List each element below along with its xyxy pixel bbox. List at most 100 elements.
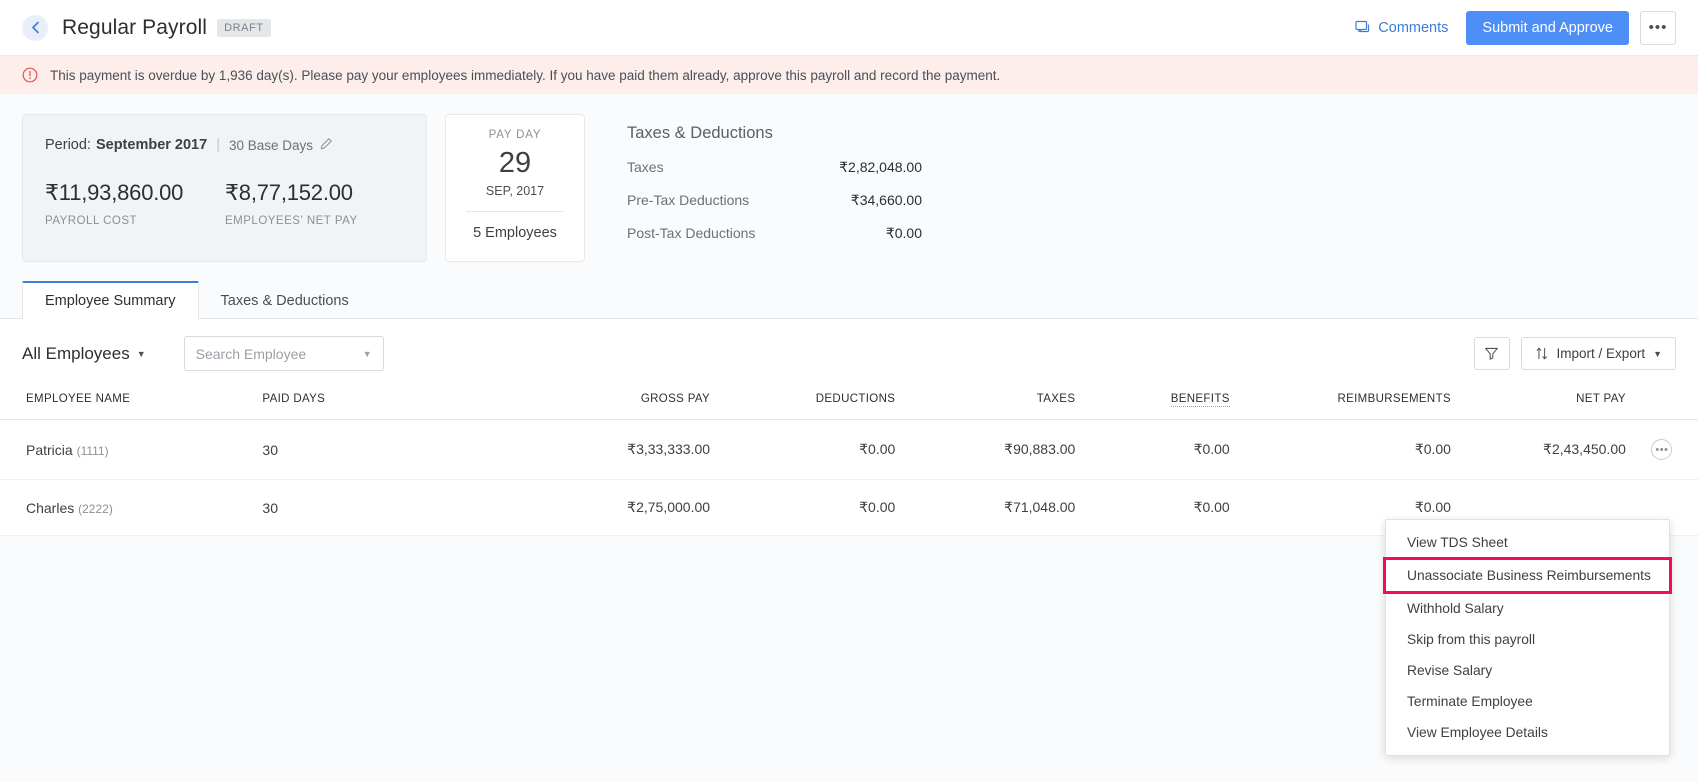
cell-benefits: ₹0.00 bbox=[1075, 420, 1229, 480]
cell-paid-days: 30 bbox=[262, 420, 519, 480]
chevron-down-icon: ▼ bbox=[1653, 349, 1662, 359]
payday-month-year: SEP, 2017 bbox=[446, 184, 584, 198]
cell-employee-name: Patricia (1111) bbox=[0, 420, 262, 480]
summary-strip: Period: September 2017 | 30 Base Days ₹1… bbox=[0, 94, 1698, 279]
cell-benefits: ₹0.00 bbox=[1075, 480, 1229, 536]
payroll-cost-value: ₹11,93,860.00 bbox=[45, 180, 225, 206]
menu-item-revise-salary[interactable]: Revise Salary bbox=[1386, 655, 1669, 686]
cell-gross-pay: ₹3,33,333.00 bbox=[520, 420, 710, 480]
tax-row-label: Post-Tax Deductions bbox=[627, 225, 802, 242]
row-context-menu: View TDS Sheet Unassociate Business Reim… bbox=[1385, 519, 1670, 756]
tab-bar: Employee Summary Taxes & Deductions bbox=[0, 279, 1698, 319]
filter-bar: All Employees ▼ Search Employee ▼ Import… bbox=[0, 319, 1698, 386]
cell-row-actions: ••• bbox=[1626, 420, 1698, 480]
search-employee-input[interactable]: Search Employee ▼ bbox=[184, 336, 384, 371]
cell-deductions: ₹0.00 bbox=[710, 480, 895, 536]
tax-row-value: ₹0.00 bbox=[802, 225, 922, 242]
submit-and-approve-button[interactable]: Submit and Approve bbox=[1466, 11, 1629, 45]
comments-button[interactable]: Comments bbox=[1355, 20, 1448, 36]
payroll-cost-block: ₹11,93,860.00 PAYROLL COST bbox=[45, 180, 225, 227]
column-header-actions bbox=[1626, 386, 1698, 420]
funnel-icon bbox=[1484, 346, 1499, 361]
column-header-employee-name[interactable]: EMPLOYEE NAME bbox=[0, 386, 262, 420]
comment-icon bbox=[1355, 20, 1371, 36]
search-employee-placeholder: Search Employee bbox=[196, 346, 307, 362]
employee-name: Patricia bbox=[26, 442, 73, 458]
chevron-down-icon: ▼ bbox=[137, 349, 146, 359]
column-header-taxes[interactable]: TAXES bbox=[895, 386, 1075, 420]
column-header-net-pay[interactable]: NET PAY bbox=[1451, 386, 1626, 420]
taxes-deductions-summary: Taxes & Deductions Taxes ₹2,82,048.00 Pr… bbox=[627, 114, 922, 242]
column-header-paid-days[interactable]: PAID DAYS bbox=[262, 386, 519, 420]
alert-message: This payment is overdue by 1,936 day(s).… bbox=[50, 68, 1000, 83]
column-header-gross-pay[interactable]: GROSS PAY bbox=[520, 386, 710, 420]
all-employees-dropdown[interactable]: All Employees ▼ bbox=[22, 344, 146, 364]
payday-card: PAY DAY 29 SEP, 2017 5 Employees bbox=[445, 114, 585, 262]
import-export-icon bbox=[1535, 346, 1549, 361]
menu-item-view-tds-sheet[interactable]: View TDS Sheet bbox=[1386, 527, 1669, 558]
tax-row: Post-Tax Deductions ₹0.00 bbox=[627, 225, 922, 242]
table-row[interactable]: Patricia (1111) 30 ₹3,33,333.00 ₹0.00 ₹9… bbox=[0, 420, 1698, 480]
period-value: September 2017 bbox=[96, 137, 207, 153]
column-header-benefits[interactable]: BENEFITS bbox=[1075, 386, 1229, 420]
back-button[interactable] bbox=[22, 15, 48, 41]
page-title: Regular Payroll DRAFT bbox=[62, 16, 271, 40]
period-divider: | bbox=[216, 137, 220, 153]
chevron-down-icon: ▼ bbox=[363, 349, 372, 359]
chevron-left-icon bbox=[31, 21, 40, 34]
import-export-label: Import / Export bbox=[1557, 346, 1646, 361]
cell-reimbursements: ₹0.00 bbox=[1230, 420, 1451, 480]
table-header: EMPLOYEE NAME PAID DAYS GROSS PAY DEDUCT… bbox=[0, 386, 1698, 420]
pencil-icon[interactable] bbox=[320, 137, 333, 153]
base-days-label: 30 Base Days bbox=[229, 138, 313, 153]
tax-row: Taxes ₹2,82,048.00 bbox=[627, 159, 922, 176]
all-employees-label: All Employees bbox=[22, 344, 130, 364]
cell-taxes: ₹90,883.00 bbox=[895, 420, 1075, 480]
payroll-cost-label: PAYROLL COST bbox=[45, 215, 225, 227]
tax-row-label: Pre-Tax Deductions bbox=[627, 192, 802, 209]
import-export-button[interactable]: Import / Export ▼ bbox=[1521, 337, 1676, 370]
net-pay-value: ₹8,77,152.00 bbox=[225, 180, 358, 206]
net-pay-label: EMPLOYEES' NET PAY bbox=[225, 215, 358, 227]
period-prefix: Period: bbox=[45, 137, 91, 153]
ellipsis-icon: ••• bbox=[1649, 19, 1668, 36]
exclamation-circle-icon bbox=[22, 67, 38, 83]
tab-employee-summary[interactable]: Employee Summary bbox=[22, 281, 199, 319]
filter-button[interactable] bbox=[1474, 337, 1510, 370]
period-line: Period: September 2017 | 30 Base Days bbox=[45, 137, 404, 153]
tab-taxes-deductions-label: Taxes & Deductions bbox=[221, 293, 349, 309]
status-badge: DRAFT bbox=[217, 19, 271, 37]
amounts-row: ₹11,93,860.00 PAYROLL COST ₹8,77,152.00 … bbox=[45, 180, 404, 227]
payday-employee-count: 5 Employees bbox=[446, 225, 584, 241]
cell-net-pay: ₹2,43,450.00 bbox=[1451, 420, 1626, 480]
column-header-reimbursements[interactable]: REIMBURSEMENTS bbox=[1230, 386, 1451, 420]
row-actions-button[interactable]: ••• bbox=[1651, 439, 1672, 460]
tax-row: Pre-Tax Deductions ₹34,660.00 bbox=[627, 192, 922, 209]
tax-row-value: ₹2,82,048.00 bbox=[802, 159, 922, 176]
employee-name: Charles bbox=[26, 500, 74, 516]
tax-row-value: ₹34,660.00 bbox=[802, 192, 922, 209]
menu-item-view-employee-details[interactable]: View Employee Details bbox=[1386, 717, 1669, 748]
table-header-row: EMPLOYEE NAME PAID DAYS GROSS PAY DEDUCT… bbox=[0, 386, 1698, 420]
cell-gross-pay: ₹2,75,000.00 bbox=[520, 480, 710, 536]
payroll-page: Regular Payroll DRAFT Comments Submit and… bbox=[0, 0, 1698, 782]
page-title-text: Regular Payroll bbox=[62, 16, 207, 39]
cell-paid-days: 30 bbox=[262, 480, 519, 536]
menu-item-terminate-employee[interactable]: Terminate Employee bbox=[1386, 686, 1669, 717]
cell-taxes: ₹71,048.00 bbox=[895, 480, 1075, 536]
period-card: Period: September 2017 | 30 Base Days ₹1… bbox=[22, 114, 427, 262]
menu-item-skip-from-this-payroll[interactable]: Skip from this payroll bbox=[1386, 624, 1669, 655]
menu-item-withhold-salary[interactable]: Withhold Salary bbox=[1386, 593, 1669, 624]
tab-employee-summary-label: Employee Summary bbox=[45, 293, 176, 309]
overdue-alert: This payment is overdue by 1,936 day(s).… bbox=[0, 56, 1698, 94]
menu-item-unassociate-business-reimbursements[interactable]: Unassociate Business Reimbursements bbox=[1386, 560, 1669, 591]
more-options-button[interactable]: ••• bbox=[1640, 11, 1676, 45]
column-header-deductions[interactable]: DEDUCTIONS bbox=[710, 386, 895, 420]
tab-taxes-deductions[interactable]: Taxes & Deductions bbox=[199, 283, 371, 318]
payday-day: 29 bbox=[446, 148, 584, 180]
employee-id: (1111) bbox=[77, 444, 109, 458]
payday-divider bbox=[466, 211, 564, 212]
employee-id: (2222) bbox=[78, 502, 113, 516]
net-pay-block: ₹8,77,152.00 EMPLOYEES' NET PAY bbox=[225, 180, 358, 227]
page-header: Regular Payroll DRAFT Comments Submit and… bbox=[0, 0, 1698, 56]
